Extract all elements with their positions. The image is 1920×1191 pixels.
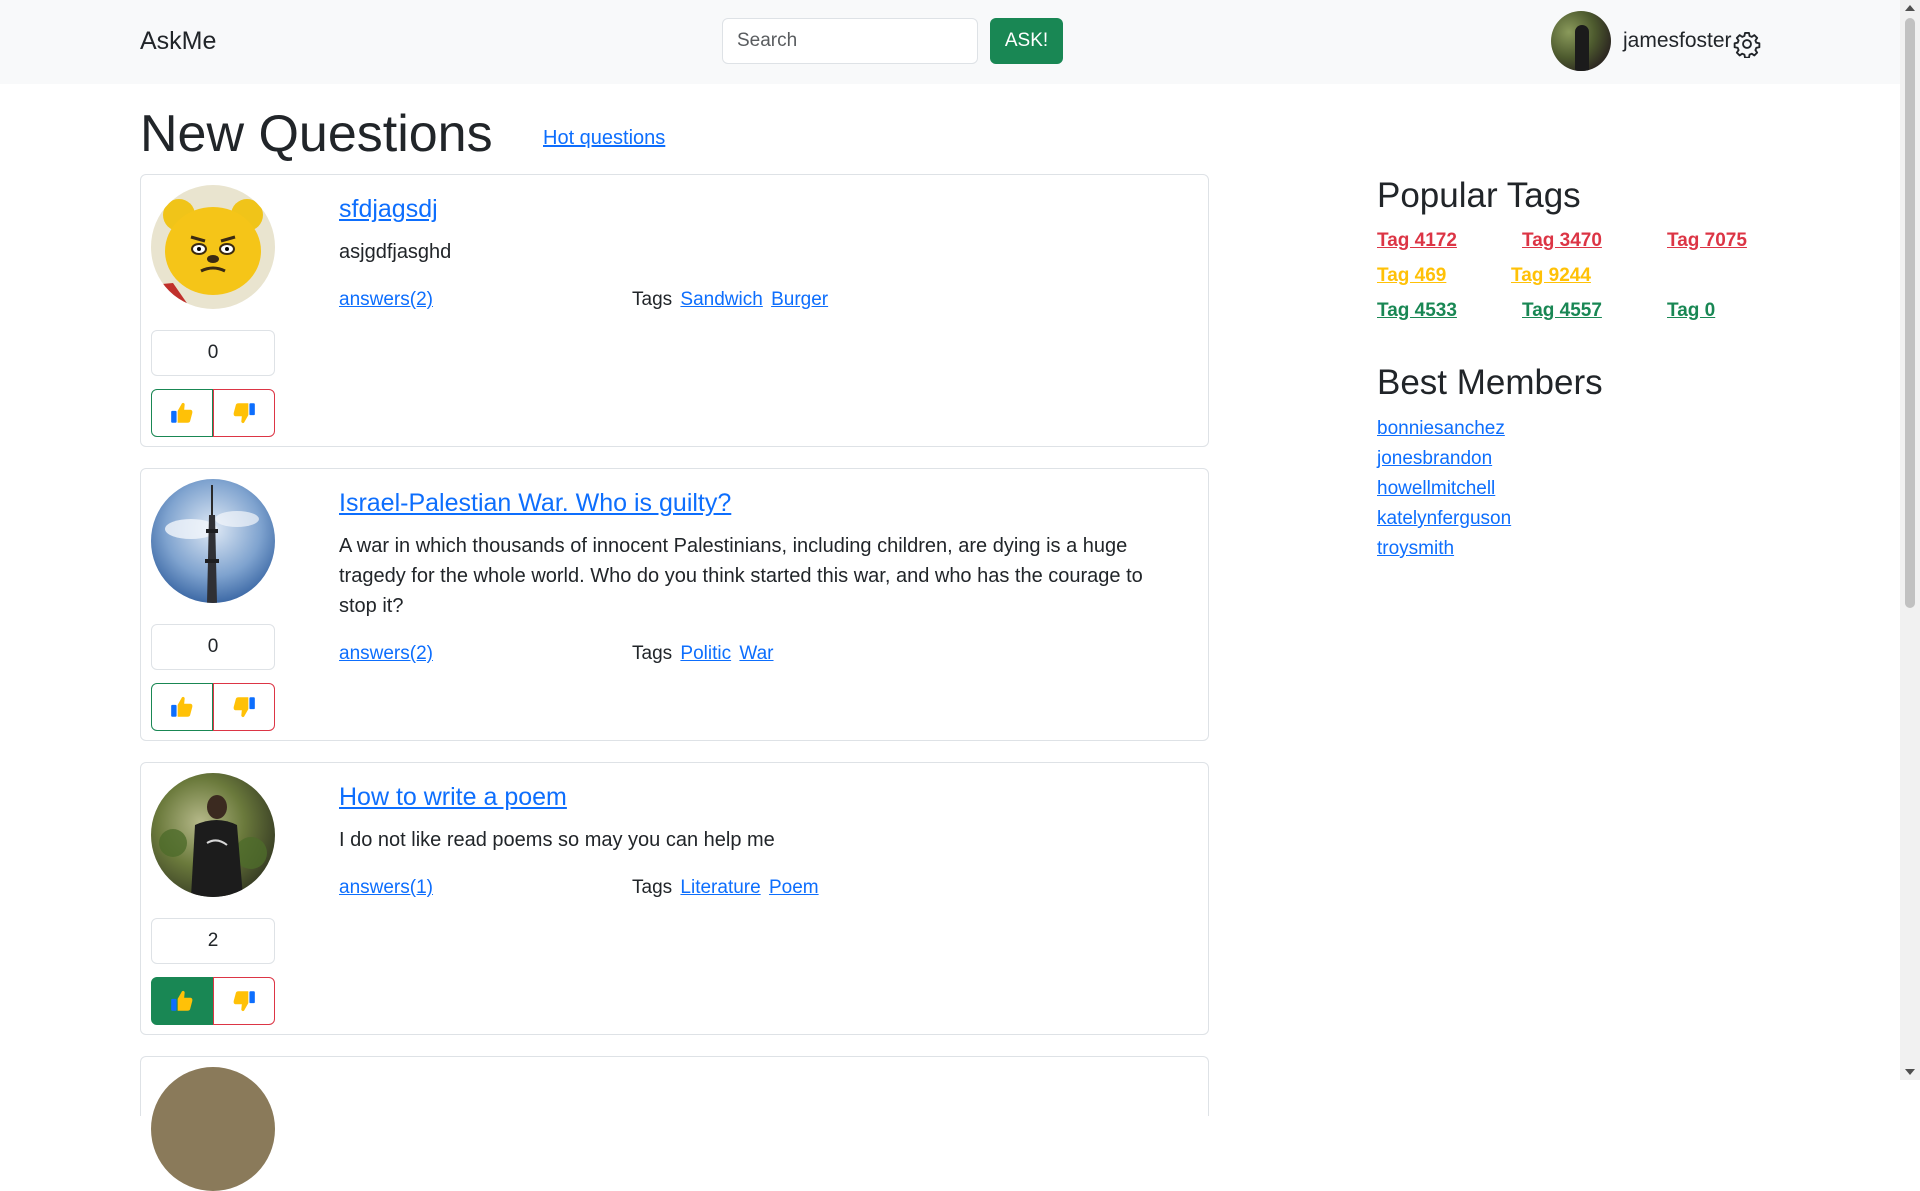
downvote-button[interactable] bbox=[213, 977, 275, 1025]
vote-buttons bbox=[151, 977, 275, 1025]
tags-label: Tags bbox=[632, 643, 673, 664]
popular-tag-link[interactable]: Tag 9244 bbox=[1511, 265, 1591, 287]
thumbs-up-icon bbox=[171, 696, 193, 717]
hot-questions-link[interactable]: Hot questions bbox=[543, 127, 665, 150]
vote-count: 2 bbox=[151, 918, 275, 964]
scroll-up-arrow[interactable] bbox=[1905, 5, 1915, 11]
answers-link[interactable]: answers(2) bbox=[339, 289, 433, 311]
page-title: New Questions bbox=[140, 105, 493, 163]
question-title-link[interactable]: How to write a poem bbox=[339, 783, 567, 812]
popular-tag-link[interactable]: Tag 4172 bbox=[1377, 230, 1457, 252]
vote-buttons bbox=[151, 389, 275, 437]
question-author-avatar[interactable] bbox=[151, 479, 275, 603]
popular-tag-link[interactable]: Tag 0 bbox=[1667, 300, 1715, 322]
ask-button[interactable]: ASK! bbox=[990, 18, 1063, 64]
tag-link[interactable]: Sandwich bbox=[680, 289, 762, 310]
scroll-down-arrow[interactable] bbox=[1905, 1069, 1915, 1075]
question-card: 0 sfdjagsdj asjgdfjasghd answers(2) Tags… bbox=[140, 174, 1209, 447]
tower-avatar-image bbox=[151, 479, 275, 603]
best-member-link[interactable]: katelynferguson bbox=[1377, 508, 1511, 530]
best-member-link[interactable]: jonesbrandon bbox=[1377, 448, 1492, 470]
scrollbar-thumb[interactable] bbox=[1905, 18, 1915, 608]
best-members-heading: Best Members bbox=[1377, 363, 1603, 402]
thumbs-down-icon bbox=[233, 991, 255, 1012]
search-input[interactable] bbox=[722, 18, 978, 64]
gear-icon[interactable] bbox=[1733, 30, 1761, 58]
popular-tags-heading: Popular Tags bbox=[1377, 176, 1581, 215]
vote-buttons bbox=[151, 683, 275, 731]
question-author-avatar[interactable] bbox=[151, 185, 275, 309]
best-member-link[interactable]: troysmith bbox=[1377, 538, 1454, 560]
thumbs-down-icon bbox=[233, 403, 255, 424]
username[interactable]: jamesfoster bbox=[1623, 29, 1732, 53]
question-text: asjgdfjasghd bbox=[339, 241, 452, 263]
question-card: 2 How to write a poem I do not like read… bbox=[140, 762, 1209, 1035]
question-tags: Tags Literature Poem bbox=[632, 877, 819, 899]
popular-tag-link[interactable]: Tag 7075 bbox=[1667, 230, 1747, 252]
vote-count: 0 bbox=[151, 624, 275, 670]
popular-tag-link[interactable]: Tag 4533 bbox=[1377, 300, 1457, 322]
thumbs-down-icon bbox=[233, 697, 255, 718]
tag-link[interactable]: Burger bbox=[771, 289, 828, 310]
downvote-button[interactable] bbox=[213, 683, 275, 731]
bear-avatar-image bbox=[151, 185, 275, 309]
question-title-link[interactable]: Israel-Palestian War. Who is guilty? bbox=[339, 489, 731, 518]
scrollbar[interactable] bbox=[1900, 0, 1920, 1080]
answers-link[interactable]: answers(1) bbox=[339, 877, 433, 899]
tag-link[interactable]: War bbox=[739, 643, 773, 664]
tag-link[interactable]: Politic bbox=[680, 643, 731, 664]
upvote-button[interactable] bbox=[151, 389, 213, 437]
upvote-button[interactable] bbox=[151, 683, 213, 731]
tag-link[interactable]: Poem bbox=[769, 877, 819, 898]
downvote-button[interactable] bbox=[213, 389, 275, 437]
tags-label: Tags bbox=[632, 877, 673, 898]
tag-link[interactable]: Literature bbox=[680, 877, 760, 898]
question-author-avatar[interactable] bbox=[151, 773, 275, 897]
best-member-link[interactable]: bonniesanchez bbox=[1377, 418, 1505, 440]
question-tags: Tags Sandwich Burger bbox=[632, 289, 828, 311]
best-member-link[interactable]: howellmitchell bbox=[1377, 478, 1495, 500]
question-card: 0 Israel-Palestian War. Who is guilty? A… bbox=[140, 468, 1209, 741]
question-text: I do not like read poems so may you can … bbox=[339, 829, 775, 851]
question-text: A war in which thousands of innocent Pal… bbox=[339, 535, 1143, 617]
upvote-button[interactable] bbox=[151, 977, 213, 1025]
question-title-link[interactable]: sfdjagsdj bbox=[339, 195, 438, 224]
thumbs-up-icon bbox=[171, 990, 193, 1011]
vote-count: 0 bbox=[151, 330, 275, 376]
tags-label: Tags bbox=[632, 289, 673, 310]
thumbs-up-icon bbox=[171, 402, 193, 423]
popular-tag-link[interactable]: Tag 3470 bbox=[1522, 230, 1602, 252]
question-author-avatar[interactable] bbox=[151, 1067, 275, 1191]
navbar: AskMe ASK! jamesfoster bbox=[0, 0, 1900, 84]
brand-logo[interactable]: AskMe bbox=[140, 27, 216, 56]
popular-tag-link[interactable]: Tag 4557 bbox=[1522, 300, 1602, 322]
person-avatar-image bbox=[151, 773, 275, 897]
popular-tag-link[interactable]: Tag 469 bbox=[1377, 265, 1446, 287]
question-card bbox=[140, 1056, 1209, 1191]
question-tags: Tags Politic War bbox=[632, 643, 774, 665]
answers-link[interactable]: answers(2) bbox=[339, 643, 433, 665]
user-avatar[interactable] bbox=[1551, 11, 1611, 71]
